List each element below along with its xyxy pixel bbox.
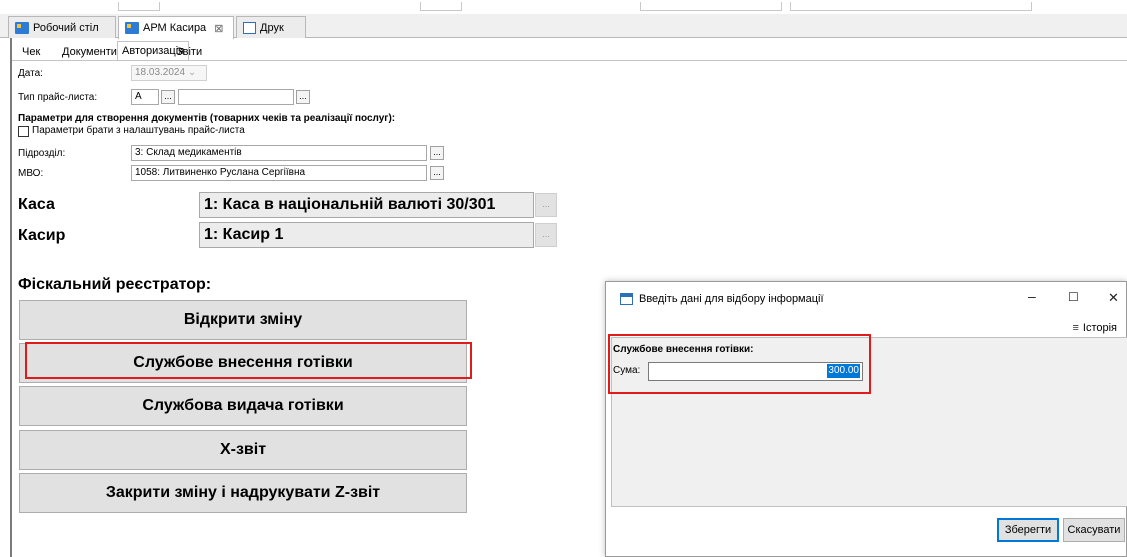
division-label: Підрозділ:: [18, 148, 66, 159]
app-icon: [125, 22, 139, 34]
pricelist-select-button[interactable]: ...: [161, 90, 175, 104]
x-report-button[interactable]: X-звіт: [19, 430, 467, 470]
tab-print[interactable]: Друк: [236, 16, 306, 38]
mvo-label: МВО:: [18, 168, 44, 179]
top-toolbar-strip: [0, 0, 1127, 14]
kasir-select-button[interactable]: ...: [535, 223, 557, 247]
subtab-check[interactable]: Чек: [18, 43, 44, 61]
maximize-icon[interactable]: ☐: [1068, 290, 1079, 304]
highlight-frame: [25, 342, 472, 379]
subtab-divider: [12, 60, 1127, 61]
input-dialog: Введіть дані для відбору інформації – ☐ …: [605, 281, 1127, 557]
kasir-label: Касир: [18, 227, 66, 244]
mvo-select-button[interactable]: ...: [430, 166, 444, 180]
close-shift-z-report-button[interactable]: Закрити зміну і надрукувати Z-звіт: [19, 473, 467, 513]
dialog-title-bar: Введіть дані для відбору інформації: [620, 293, 824, 305]
tab-cashier-workstation[interactable]: АРМ Касира ⊠: [118, 16, 234, 39]
history-icon: ≡: [1072, 322, 1079, 334]
tab-label: Друк: [260, 21, 284, 34]
subtab-documents[interactable]: Документи: [58, 43, 121, 61]
params-header: Параметри для створення документів (това…: [18, 113, 396, 124]
subtab-reports[interactable]: Звіти: [172, 43, 206, 61]
mvo-field[interactable]: 1058: Литвиненко Руслана Сергіївна: [131, 165, 427, 181]
toolbar-fragment: [118, 2, 160, 11]
dialog-title: Введіть дані для відбору інформації: [639, 293, 824, 305]
date-value: 18.03.2024: [135, 67, 186, 78]
toolbar-fragment: [790, 2, 1032, 11]
date-label: Дата:: [18, 68, 43, 79]
window-icon: [620, 293, 633, 305]
close-tab-icon[interactable]: ⊠: [214, 22, 223, 35]
params-checkbox-label: Параметри брати з налаштувань прайс-лист…: [32, 125, 245, 136]
history-button[interactable]: ≡ Історія: [1072, 322, 1117, 334]
print-icon: [243, 21, 256, 34]
kasir-field[interactable]: 1: Касир 1: [199, 222, 534, 248]
close-icon[interactable]: ✕: [1108, 290, 1119, 306]
date-field[interactable]: 18.03.2024 ⌄: [131, 65, 207, 81]
fiscal-header: Фіскальний реєстратор:: [18, 276, 212, 293]
highlight-frame: [608, 334, 871, 394]
pricelist-name-select-button[interactable]: ...: [296, 90, 310, 104]
toolbar-fragment: [640, 2, 782, 11]
editor-tab-bar: Робочий стіл АРМ Касира ⊠ Друк: [0, 14, 1127, 39]
division-field[interactable]: 3: Склад медикаментів: [131, 145, 427, 161]
minimize-icon[interactable]: –: [1028, 288, 1036, 304]
kasa-label: Каса: [18, 196, 55, 213]
kasa-field[interactable]: 1: Каса в національній валюті 30/301: [199, 192, 534, 218]
cash-withdrawal-button[interactable]: Службова видача готівки: [19, 386, 467, 426]
tab-desktop[interactable]: Робочий стіл: [8, 16, 116, 38]
chevron-down-icon[interactable]: ⌄: [188, 67, 196, 78]
tab-label: Робочий стіл: [33, 21, 99, 34]
division-select-button[interactable]: ...: [430, 146, 444, 160]
cancel-button[interactable]: Скасувати: [1063, 518, 1125, 542]
pricelist-name-field[interactable]: [178, 89, 294, 105]
pricelist-code-field[interactable]: А: [131, 89, 159, 105]
app-icon: [15, 21, 29, 34]
tab-label: АРМ Касира: [143, 22, 207, 34]
toolbar-fragment: [420, 2, 462, 11]
open-shift-button[interactable]: Відкрити зміну: [19, 300, 467, 340]
history-label: Історія: [1082, 322, 1117, 334]
params-checkbox[interactable]: [18, 126, 29, 137]
save-button[interactable]: Зберегти: [997, 518, 1059, 542]
kasa-select-button[interactable]: ...: [535, 193, 557, 217]
pricelist-label: Тип прайс-листа:: [18, 92, 98, 103]
